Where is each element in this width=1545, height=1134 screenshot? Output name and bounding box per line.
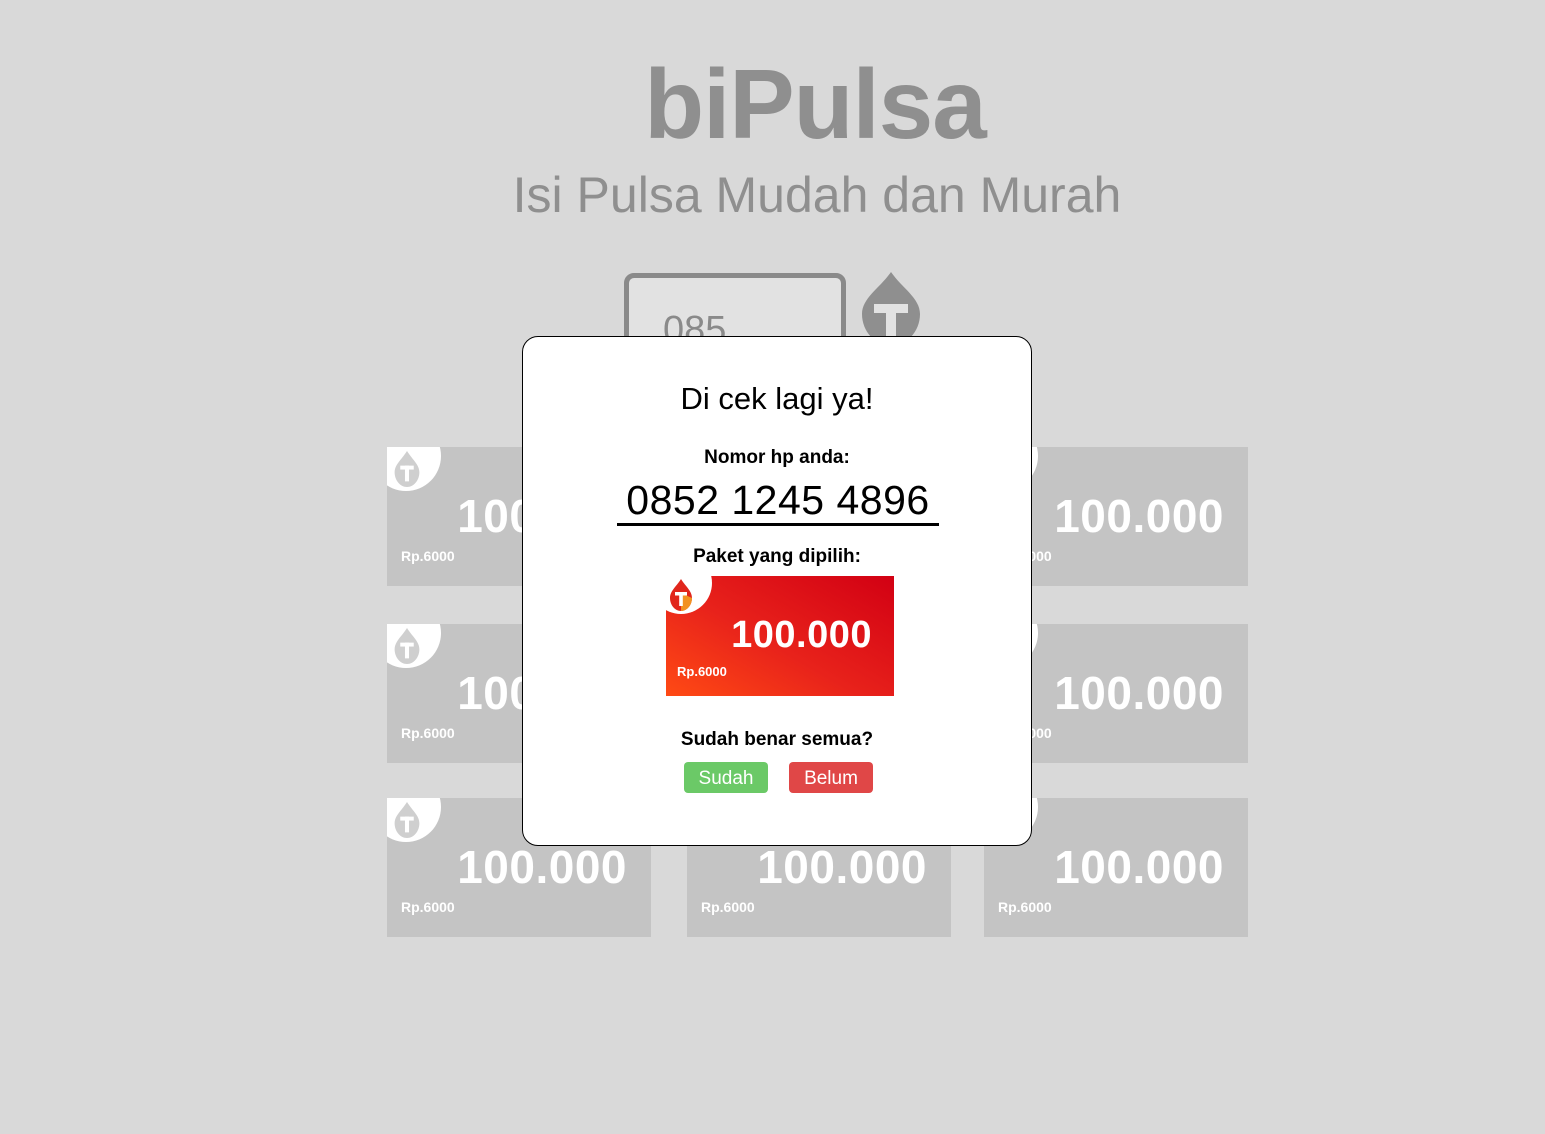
modal-title: Di cek lagi ya!	[680, 381, 874, 416]
telkomsel-logo-icon	[394, 451, 420, 487]
telkomsel-badge	[387, 798, 441, 842]
phone-number-display: 0852 1245 4896	[617, 477, 939, 526]
phone-label: Nomor hp anda:	[704, 447, 850, 468]
package-price: Rp.6000	[998, 899, 1052, 915]
package-price: Rp.6000	[401, 725, 455, 741]
telkomsel-badge	[387, 624, 441, 668]
package-amount: 100.000	[757, 841, 927, 893]
confirm-yes-button[interactable]: Sudah	[684, 762, 768, 793]
telkomsel-badge	[387, 447, 441, 491]
app-title: biPulsa	[644, 49, 987, 159]
package-price: Rp.6000	[701, 899, 755, 915]
telkomsel-logo-icon	[394, 628, 420, 664]
confirm-question: Sudah benar semua?	[680, 729, 874, 750]
package-amount: 100.000	[457, 841, 627, 893]
telkomsel-badge	[666, 576, 712, 614]
package-amount: 100.000	[731, 614, 872, 656]
package-amount: 100.000	[1054, 841, 1224, 893]
package-amount: 100.000	[1054, 667, 1224, 719]
confirmation-modal: Di cek lagi ya! Nomor hp anda: 0852 1245…	[522, 336, 1032, 846]
package-price: Rp.6000	[401, 548, 455, 564]
app-subtitle: Isi Pulsa Mudah dan Murah	[512, 167, 1122, 223]
package-price: Rp.6000	[677, 664, 727, 679]
package-amount: 100.000	[1054, 490, 1224, 542]
telkomsel-logo-icon	[394, 802, 420, 838]
confirm-no-button[interactable]: Belum	[789, 762, 873, 793]
package-label: Paket yang dipilih:	[693, 546, 861, 567]
selected-package-card: 100.000 Rp.6000	[666, 576, 894, 696]
package-price: Rp.6000	[401, 899, 455, 915]
telkomsel-logo-icon	[670, 579, 692, 611]
